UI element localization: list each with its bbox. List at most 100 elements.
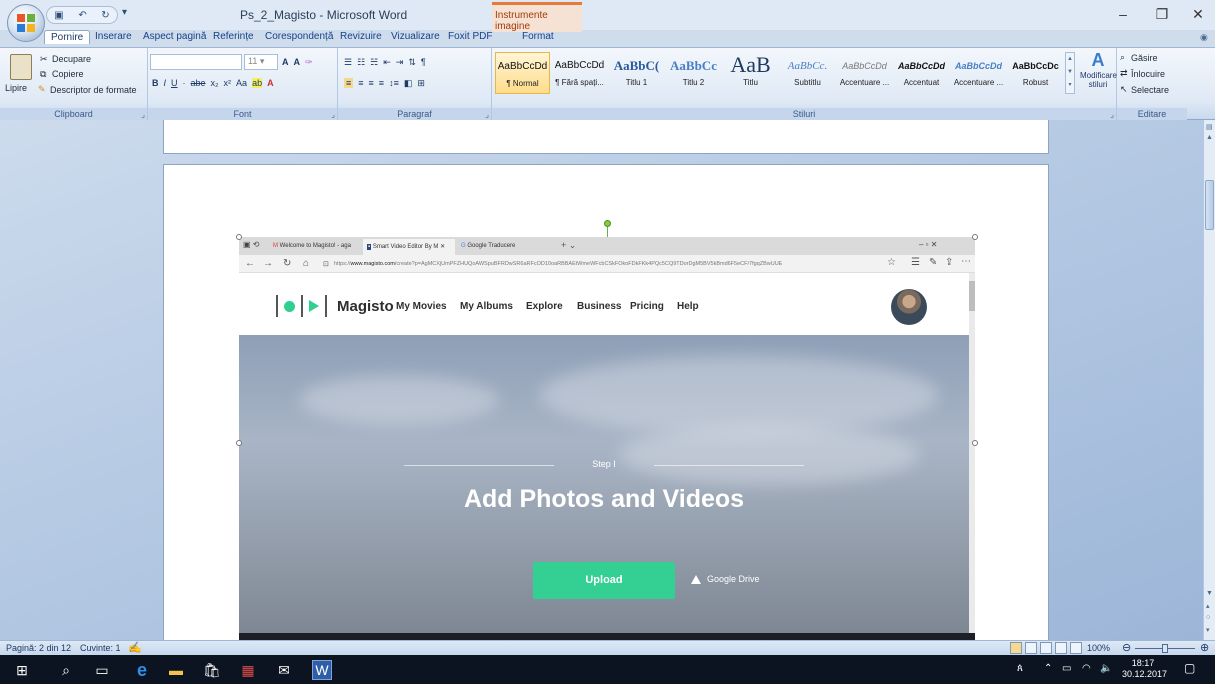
- word-count[interactable]: Cuvinte: 1: [80, 643, 121, 653]
- replace-button[interactable]: Înlocuire: [1131, 69, 1165, 79]
- print-layout-view-icon[interactable]: [1010, 642, 1022, 654]
- show-hidden-icons[interactable]: ⌃: [1044, 663, 1052, 674]
- bold-icon[interactable]: B: [152, 78, 159, 88]
- style-subtitlu[interactable]: AaBbCc. Subtitlu: [780, 52, 835, 94]
- style-accentuat[interactable]: AaBbCcDd Accentuat: [894, 52, 949, 94]
- line-spacing-icon[interactable]: ↕≡: [389, 78, 399, 88]
- tab-foxit-pdf[interactable]: Foxit PDF: [448, 31, 492, 42]
- web-layout-view-icon[interactable]: [1040, 642, 1052, 654]
- align-left-icon[interactable]: ≡: [344, 78, 354, 88]
- font-grow-shrink[interactable]: A A ✑: [282, 54, 313, 70]
- office-button[interactable]: [7, 4, 45, 42]
- bullets-icon[interactable]: ☰: [344, 57, 352, 68]
- replace-icon[interactable]: ⇄: [1120, 68, 1128, 79]
- select-button[interactable]: Selectare: [1131, 85, 1169, 95]
- shading-icon[interactable]: ◧: [404, 78, 413, 89]
- maximize-button[interactable]: ❐: [1152, 6, 1172, 23]
- borders-icon[interactable]: ⊞: [417, 78, 425, 89]
- redo-icon[interactable]: ↻: [101, 10, 109, 21]
- style-robust[interactable]: AaBbCcDc Robust: [1008, 52, 1063, 94]
- store-icon[interactable]: 🛍: [202, 660, 222, 680]
- embedded-screenshot[interactable]: ▣ ⟲ M Welcome to Magisto! - aga ▪ Smart …: [239, 237, 975, 640]
- prev-page-icon[interactable]: ▴: [1206, 602, 1210, 610]
- word-taskbar-icon[interactable]: W: [312, 660, 332, 680]
- battery-icon[interactable]: ▭: [1062, 663, 1071, 674]
- style-titlu[interactable]: AaB Titlu: [723, 52, 778, 94]
- next-page-icon[interactable]: ▾: [1206, 626, 1210, 634]
- qat-customize-icon[interactable]: ▾: [122, 7, 127, 18]
- paste-icon[interactable]: [10, 54, 32, 80]
- wifi-icon[interactable]: ◠: [1082, 663, 1091, 674]
- tab-revizuire[interactable]: Revizuire: [340, 31, 382, 42]
- volume-icon[interactable]: 🔈: [1100, 663, 1112, 674]
- underline-icon[interactable]: U: [171, 78, 178, 88]
- select-icon[interactable]: ↖: [1120, 84, 1128, 95]
- tab-format[interactable]: Format: [522, 31, 554, 42]
- sort-icon[interactable]: ⇅: [408, 57, 416, 68]
- style-accentuare-subtila[interactable]: AaBbCcDd Accentuare ...: [837, 52, 892, 94]
- start-icon[interactable]: ⊞: [12, 660, 32, 680]
- font-size-combo[interactable]: 11 ▾: [244, 54, 278, 70]
- vertical-scrollbar[interactable]: ▤ ▲ ▼ ▴ ○ ▾: [1203, 120, 1215, 640]
- tab-inserare[interactable]: Inserare: [95, 31, 132, 42]
- pilcrow-icon[interactable]: ¶: [421, 57, 426, 67]
- task-view-icon[interactable]: ▭: [92, 660, 112, 680]
- strikethrough-icon[interactable]: abe: [191, 78, 206, 88]
- numbering-icon[interactable]: ☷: [357, 57, 365, 68]
- search-icon[interactable]: ⌕: [56, 660, 76, 680]
- proofing-icon[interactable]: ✍: [128, 641, 142, 654]
- resize-handle-tl[interactable]: [236, 234, 242, 240]
- tab-corespondenta[interactable]: Corespondență: [265, 31, 333, 42]
- clipboard-launcher-icon[interactable]: ⌟: [141, 110, 145, 119]
- full-screen-view-icon[interactable]: [1025, 642, 1037, 654]
- justify-icon[interactable]: ≡: [379, 78, 384, 88]
- find-icon[interactable]: ⌕: [1120, 52, 1125, 63]
- outline-view-icon[interactable]: [1055, 642, 1067, 654]
- gift-app-icon[interactable]: ▦: [238, 660, 258, 680]
- zoom-slider-knob[interactable]: [1162, 644, 1168, 653]
- clock[interactable]: 18:17 30.12.2017: [1122, 658, 1167, 680]
- ruler-toggle-icon[interactable]: ▤: [1206, 123, 1213, 131]
- font-name-combo[interactable]: [150, 54, 242, 70]
- multilevel-icon[interactable]: ☵: [370, 57, 378, 68]
- file-explorer-icon[interactable]: ▬: [166, 660, 186, 680]
- highlight-icon[interactable]: ab: [252, 78, 263, 88]
- tab-pornire[interactable]: Pornire: [44, 30, 91, 44]
- resize-handle-ml[interactable]: [236, 440, 242, 446]
- list-buttons[interactable]: ☰ ☷ ☵ ⇤ ⇥ ⇅ ¶: [344, 54, 426, 70]
- font-color-icon[interactable]: A: [267, 78, 274, 88]
- superscript-icon[interactable]: x²: [224, 78, 232, 88]
- format-painter-button[interactable]: Descriptor de formate: [50, 85, 137, 95]
- font-launcher-icon[interactable]: ⌟: [331, 110, 335, 119]
- italic-icon[interactable]: I: [164, 78, 167, 88]
- notifications-icon[interactable]: ▢: [1184, 661, 1195, 675]
- increase-indent-icon[interactable]: ⇥: [396, 57, 404, 68]
- scroll-down-icon[interactable]: ▼: [1206, 590, 1213, 597]
- save-icon[interactable]: ▣: [54, 10, 63, 21]
- styles-scroll[interactable]: ▲ ▼ ▾: [1065, 52, 1075, 94]
- zoom-in-icon[interactable]: ⊕: [1200, 641, 1209, 654]
- align-right-icon[interactable]: ≡: [369, 78, 374, 88]
- undo-icon[interactable]: ↶: [78, 10, 86, 21]
- find-button[interactable]: Găsire: [1131, 53, 1158, 63]
- zoom-out-icon[interactable]: ⊖: [1122, 641, 1131, 654]
- draft-view-icon[interactable]: [1070, 642, 1082, 654]
- change-styles-button[interactable]: A Modificare stiluri: [1080, 50, 1117, 94]
- help-icon[interactable]: ◉: [1200, 32, 1208, 43]
- resize-handle-mr[interactable]: [972, 440, 978, 446]
- style-titlu-1[interactable]: AaBbC( Titlu 1: [609, 52, 664, 94]
- cut-icon[interactable]: ✂: [40, 54, 48, 65]
- rotate-handle[interactable]: [604, 220, 611, 227]
- browse-object-icon[interactable]: ○: [1206, 614, 1210, 621]
- styles-launcher-icon[interactable]: ⌟: [1110, 110, 1114, 119]
- style-titlu-2[interactable]: AaBbCc Titlu 2: [666, 52, 721, 94]
- mail-icon[interactable]: ✉: [274, 660, 294, 680]
- zoom-level[interactable]: 100%: [1087, 643, 1110, 653]
- format-painter-icon[interactable]: ✎: [38, 84, 46, 95]
- style-accentuare-intensa[interactable]: AaBbCcDd Accentuare ...: [951, 52, 1006, 94]
- minimize-button[interactable]: –: [1113, 6, 1133, 22]
- edge-icon[interactable]: e: [132, 660, 152, 680]
- resize-handle-tr[interactable]: [972, 234, 978, 240]
- people-icon[interactable]: ጰ: [1017, 663, 1023, 674]
- align-buttons[interactable]: ≡ ≡ ≡ ≡ ↕≡ ◧ ⊞: [344, 75, 425, 91]
